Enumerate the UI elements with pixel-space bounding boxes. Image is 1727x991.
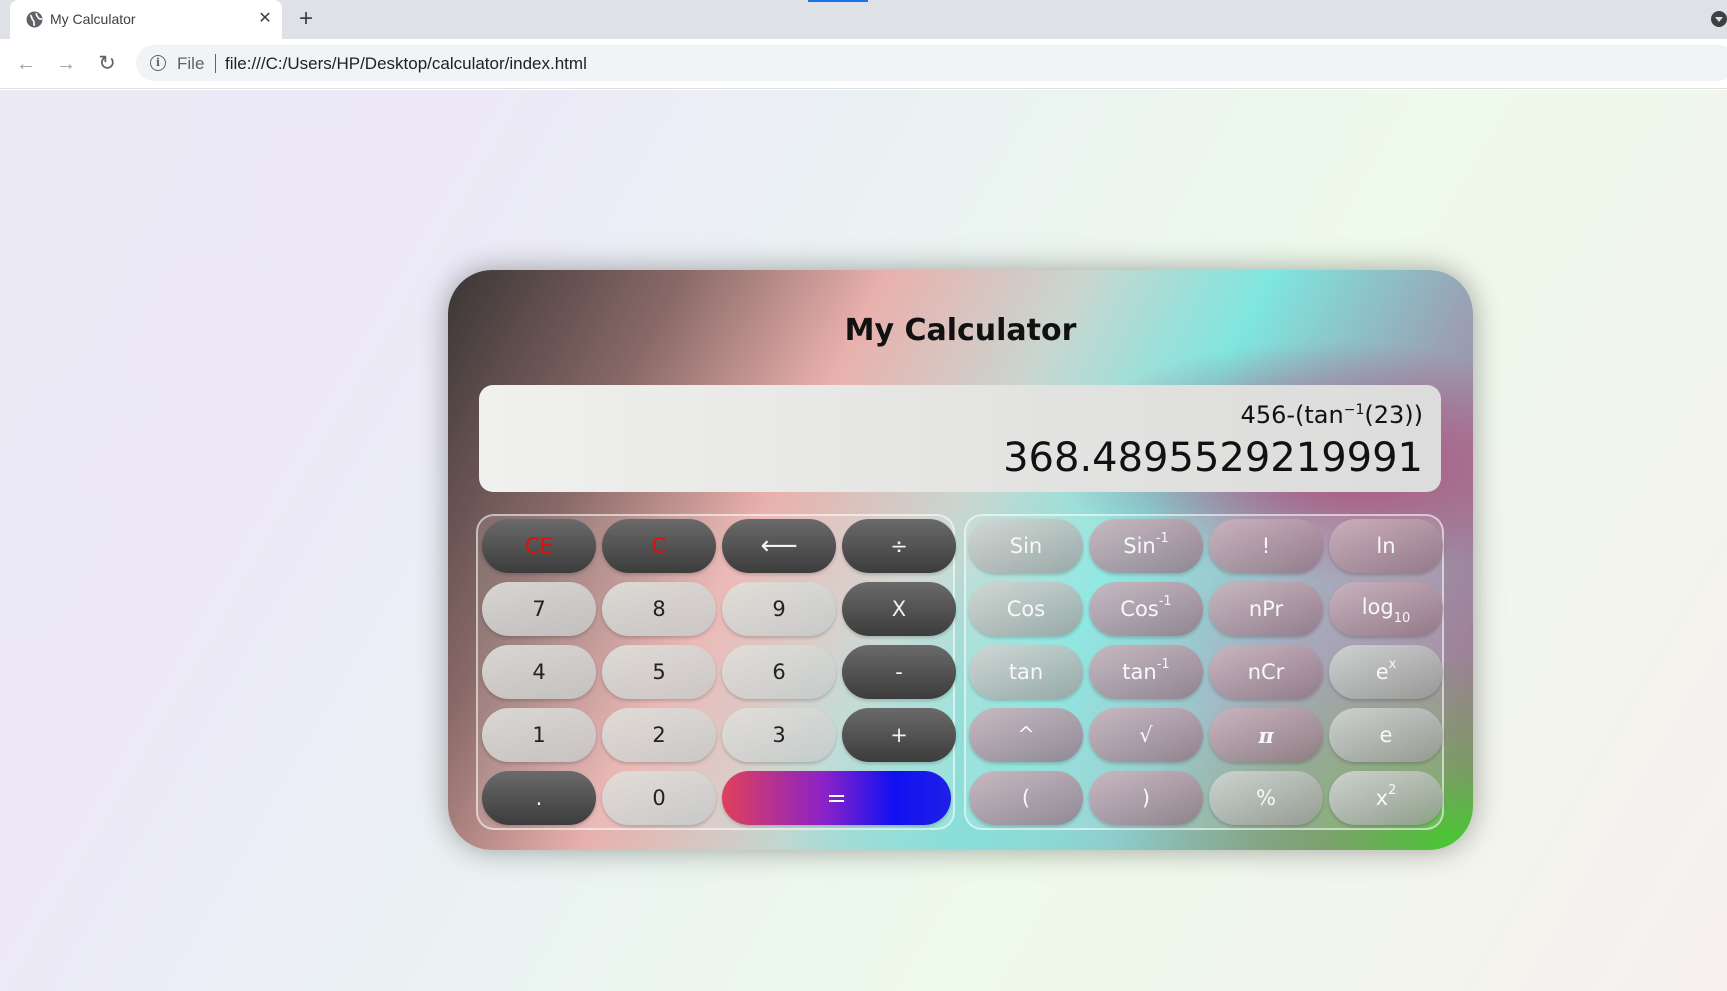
cos-button[interactable]: Cos xyxy=(969,582,1083,636)
log-subscript: 10 xyxy=(1393,611,1411,627)
url-text[interactable]: file:///C:/Users/HP/Desktop/calculator/i… xyxy=(225,54,587,74)
arcsin-button[interactable]: Sin -1 xyxy=(1089,519,1203,573)
expression-suffix: (23)) xyxy=(1364,401,1423,429)
arccos-superscript: -1 xyxy=(1158,594,1172,609)
pi-button[interactable]: π xyxy=(1209,708,1323,762)
square-button[interactable]: x2 xyxy=(1329,771,1443,825)
arcsin-superscript: -1 xyxy=(1155,531,1169,546)
minus-button[interactable]: - xyxy=(842,645,956,699)
right-paren-button[interactable]: ) xyxy=(1089,771,1203,825)
arccos-label: Cos xyxy=(1120,597,1159,621)
tab-strip: My Calculator ✕ + xyxy=(0,0,1727,39)
plus-button[interactable]: + xyxy=(842,708,956,762)
browser-toolbar: ← → ↻ i File file:///C:/Users/HP/Desktop… xyxy=(0,39,1727,89)
globe-icon xyxy=(26,11,43,28)
arcsin-label: Sin xyxy=(1123,534,1156,558)
sin-button[interactable]: Sin xyxy=(969,519,1083,573)
close-tab-icon[interactable]: ✕ xyxy=(254,8,276,30)
back-icon[interactable]: ← xyxy=(12,50,40,78)
digit-1-button[interactable]: 1 xyxy=(482,708,596,762)
arccos-button[interactable]: Cos -1 xyxy=(1089,582,1203,636)
factorial-button[interactable]: ! xyxy=(1209,519,1323,573)
digit-0-button[interactable]: 0 xyxy=(602,771,716,825)
digit-4-button[interactable]: 4 xyxy=(482,645,596,699)
power-button[interactable]: ^ xyxy=(969,708,1083,762)
backspace-button[interactable]: ⟵ xyxy=(722,519,836,573)
forward-icon[interactable]: → xyxy=(52,50,80,78)
tab-loading-indicator xyxy=(808,0,868,2)
digit-2-button[interactable]: 2 xyxy=(602,708,716,762)
expression-display: 456-(tan−1(23)) xyxy=(1241,401,1423,429)
decimal-button[interactable]: . xyxy=(482,771,596,825)
euler-button[interactable]: e xyxy=(1329,708,1443,762)
clear-button[interactable]: C xyxy=(602,519,716,573)
log10-button[interactable]: log10 xyxy=(1329,582,1443,636)
info-icon[interactable]: i xyxy=(150,55,166,71)
calculator-display: 456-(tan−1(23)) 368.4895529219991 xyxy=(479,385,1441,492)
ncr-button[interactable]: nCr xyxy=(1209,645,1323,699)
ln-button[interactable]: ln xyxy=(1329,519,1443,573)
tab-search-icon[interactable] xyxy=(1711,11,1727,27)
scheme-label: File xyxy=(177,54,205,73)
digit-7-button[interactable]: 7 xyxy=(482,582,596,636)
arctan-label: tan xyxy=(1122,660,1157,684)
expression-superscript: −1 xyxy=(1343,402,1365,418)
new-tab-button[interactable]: + xyxy=(292,6,320,34)
digit-3-button[interactable]: 3 xyxy=(722,708,836,762)
calculator: My Calculator 456-(tan−1(23)) 368.489552… xyxy=(448,270,1473,850)
log-label: log xyxy=(1361,594,1394,619)
multiply-button[interactable]: X xyxy=(842,582,956,636)
result-display: 368.4895529219991 xyxy=(1003,435,1423,481)
scientific-keypad: Sin Sin -1 ! ln Cos Cos -1 nPr log10 tan t… xyxy=(964,514,1444,830)
reload-icon[interactable]: ↻ xyxy=(93,50,121,78)
expression-prefix: 456-(tan xyxy=(1240,401,1344,429)
tab-title: My Calculator xyxy=(50,11,136,27)
address-bar[interactable]: i File file:///C:/Users/HP/Desktop/calcu… xyxy=(136,45,1727,81)
exp-superscript: x xyxy=(1388,657,1397,672)
page-background: My Calculator 456-(tan−1(23)) 368.489552… xyxy=(0,90,1727,991)
digit-9-button[interactable]: 9 xyxy=(722,582,836,636)
arctan-superscript: -1 xyxy=(1156,657,1170,672)
exp-label: e xyxy=(1375,660,1389,684)
address-separator xyxy=(215,54,216,73)
exp-button[interactable]: ex xyxy=(1329,645,1443,699)
square-label: x xyxy=(1375,786,1389,810)
digit-5-button[interactable]: 5 xyxy=(602,645,716,699)
npr-button[interactable]: nPr xyxy=(1209,582,1323,636)
percent-button[interactable]: % xyxy=(1209,771,1323,825)
clear-entry-button[interactable]: CE xyxy=(482,519,596,573)
browser-tab[interactable]: My Calculator ✕ xyxy=(10,0,282,39)
basic-keypad: CE C ⟵ ÷ 7 8 9 X 4 5 6 - 1 2 3 + . 0 = xyxy=(476,514,956,830)
square-superscript: 2 xyxy=(1388,783,1397,798)
divide-button[interactable]: ÷ xyxy=(842,519,956,573)
sqrt-button[interactable]: √ xyxy=(1089,708,1203,762)
left-paren-button[interactable]: ( xyxy=(969,771,1083,825)
calculator-title: My Calculator xyxy=(844,313,1077,348)
equals-button[interactable]: = xyxy=(722,771,951,825)
digit-8-button[interactable]: 8 xyxy=(602,582,716,636)
arctan-button[interactable]: tan -1 xyxy=(1089,645,1203,699)
tan-button[interactable]: tan xyxy=(969,645,1083,699)
digit-6-button[interactable]: 6 xyxy=(722,645,836,699)
